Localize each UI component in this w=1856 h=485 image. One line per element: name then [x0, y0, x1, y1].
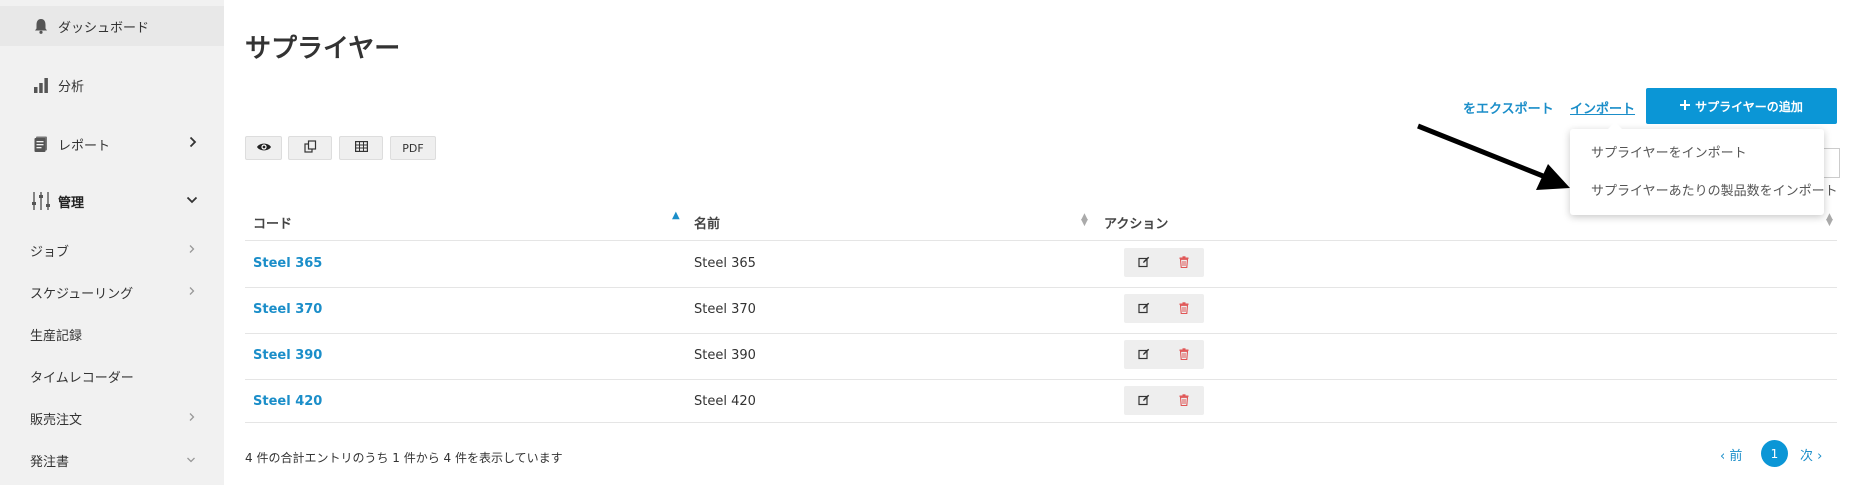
edit-icon: [1138, 299, 1150, 318]
delete-button[interactable]: [1164, 248, 1204, 277]
sidebar-subitem-label: ジョブ: [30, 244, 70, 260]
eye-icon: [256, 141, 272, 156]
sidebar-subitem-label: 販売注文: [30, 412, 83, 428]
export-link[interactable]: をエクスポート: [1463, 98, 1554, 117]
delete-button[interactable]: [1164, 294, 1204, 323]
copy-button[interactable]: [288, 136, 332, 160]
supplier-name: Steel 420: [694, 394, 756, 409]
page-title: サプライヤー: [245, 34, 401, 64]
edit-button[interactable]: [1124, 386, 1164, 415]
column-header-actions[interactable]: アクション: [1104, 213, 1168, 232]
edit-icon: [1138, 345, 1150, 364]
chevron-right-icon: [188, 285, 196, 299]
sidebar-subitem-label: スケジューリング: [30, 286, 134, 302]
dropdown-caret: [1608, 122, 1622, 129]
import-link[interactable]: インポート: [1570, 98, 1635, 117]
edit-icon: [1138, 391, 1150, 410]
row-actions: [1124, 294, 1204, 323]
plus-icon: [1680, 98, 1691, 114]
trash-icon: [1179, 345, 1189, 364]
bell-icon: [30, 15, 52, 37]
sort-ascending-icon[interactable]: ▲: [672, 211, 680, 221]
pdf-label: PDF: [402, 141, 424, 155]
supplier-name: Steel 390: [694, 348, 756, 363]
sidebar-subitem-label: 発注書: [30, 454, 70, 470]
pagination-page-1[interactable]: 1: [1761, 440, 1788, 467]
supplier-code-link[interactable]: Steel 365: [253, 256, 322, 271]
sidebar-item-label: レポート: [58, 138, 111, 154]
sidebar-item-label: 管理: [58, 195, 85, 211]
annotation-arrow-icon: [1417, 123, 1570, 190]
sliders-icon: [30, 190, 52, 212]
add-supplier-button[interactable]: サプライヤーの追加: [1646, 88, 1837, 124]
sidebar-item-label: 分析: [58, 79, 85, 95]
edit-button[interactable]: [1124, 248, 1164, 277]
trash-icon: [1179, 299, 1189, 318]
entries-summary: 4 件の合計エントリのうち 1 件から 4 件を表示しています: [245, 451, 563, 465]
import-products-per-supplier-item[interactable]: サプライヤーあたりの製品数をインポート: [1591, 180, 1838, 199]
row-actions: [1124, 386, 1204, 415]
row-divider: [245, 333, 1837, 334]
pdf-button[interactable]: PDF: [390, 136, 436, 160]
chevron-right-icon: [188, 243, 196, 257]
csv-button[interactable]: [339, 136, 383, 160]
sidebar-item-label: ダッシュボード: [58, 20, 150, 36]
add-supplier-label: サプライヤーの追加: [1695, 99, 1803, 114]
column-header-code[interactable]: コード: [253, 213, 292, 232]
row-divider: [245, 287, 1837, 288]
delete-button[interactable]: [1164, 340, 1204, 369]
chevron-right-icon: [188, 411, 196, 425]
supplier-name: Steel 365: [694, 256, 756, 271]
supplier-code-link[interactable]: Steel 420: [253, 394, 322, 409]
column-header-name[interactable]: 名前: [694, 213, 720, 232]
bar-chart-icon: [30, 74, 52, 96]
sidebar-subitem-scheduling[interactable]: スケジューリング: [0, 275, 224, 309]
sort-icon[interactable]: ▲ ▼: [1826, 213, 1833, 228]
edit-button[interactable]: [1124, 340, 1164, 369]
sidebar: ダッシュボード 分析 レポート 管理 ジョブ スケジューリング 生産記録 タイム…: [0, 0, 224, 485]
sidebar-subitem-purchase-orders[interactable]: 発注書: [0, 443, 224, 477]
sidebar-item-reports[interactable]: レポート: [0, 124, 224, 164]
row-divider: [245, 240, 1837, 241]
trash-icon: [1179, 253, 1189, 272]
pagination-next[interactable]: 次 ›: [1800, 445, 1822, 464]
pagination-previous[interactable]: ‹ 前: [1720, 445, 1742, 464]
sidebar-item-dashboard[interactable]: ダッシュボード: [0, 6, 224, 46]
table-icon: [354, 141, 368, 155]
sidebar-subitem-production-records[interactable]: 生産記録: [0, 317, 224, 351]
row-divider: [245, 379, 1837, 380]
sidebar-subitem-label: タイムレコーダー: [30, 370, 134, 386]
import-dropdown-menu: サプライヤーをインポート サプライヤーあたりの製品数をインポート: [1570, 122, 1838, 215]
document-icon: [30, 133, 52, 155]
import-suppliers-item[interactable]: サプライヤーをインポート: [1591, 142, 1747, 161]
edit-button[interactable]: [1124, 294, 1164, 323]
sidebar-item-analytics[interactable]: 分析: [0, 65, 224, 105]
sidebar-subitem-label: 生産記録: [30, 328, 83, 344]
chevron-right-icon: [188, 136, 198, 152]
chevron-down-icon: [186, 193, 198, 209]
supplier-code-link[interactable]: Steel 390: [253, 348, 322, 363]
trash-icon: [1179, 391, 1189, 410]
column-visibility-button[interactable]: [245, 136, 282, 160]
edit-icon: [1138, 253, 1150, 272]
sidebar-subitem-sales-orders[interactable]: 販売注文: [0, 401, 224, 435]
sidebar-subitem-time-clock[interactable]: タイムレコーダー: [0, 359, 224, 393]
sort-icon[interactable]: ▲ ▼: [1081, 213, 1088, 228]
sidebar-item-admin[interactable]: 管理: [0, 181, 224, 221]
row-actions: [1124, 248, 1204, 277]
copy-icon: [303, 140, 317, 156]
supplier-code-link[interactable]: Steel 370: [253, 302, 322, 317]
row-actions: [1124, 340, 1204, 369]
delete-button[interactable]: [1164, 386, 1204, 415]
supplier-name: Steel 370: [694, 302, 756, 317]
row-divider: [245, 422, 1837, 423]
chevron-down-icon: [186, 453, 196, 467]
sidebar-subitem-jobs[interactable]: ジョブ: [0, 233, 224, 267]
